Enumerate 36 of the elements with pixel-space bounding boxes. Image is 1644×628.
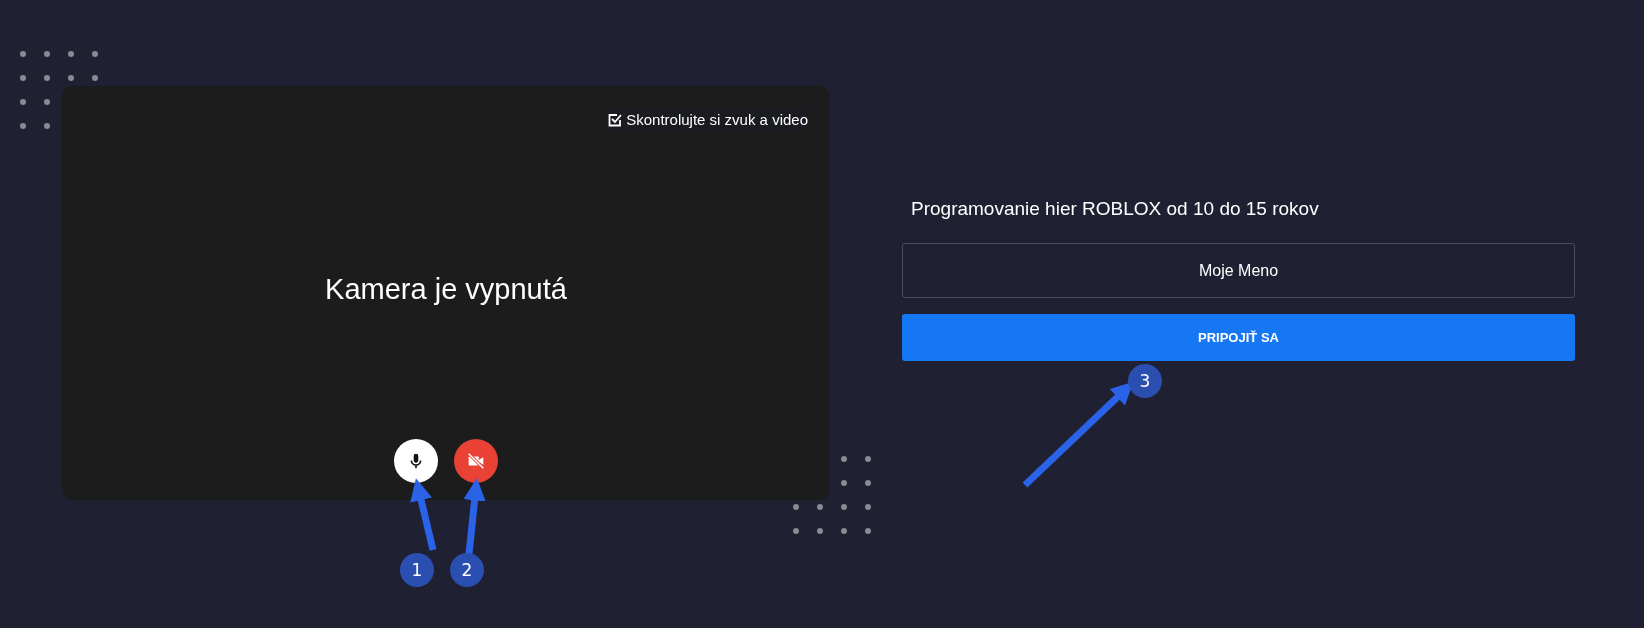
decor-dot xyxy=(20,75,26,81)
decor-dot xyxy=(92,51,98,57)
decor-dot xyxy=(20,123,26,129)
decor-dot xyxy=(841,480,847,486)
name-input-field[interactable]: Moje Meno xyxy=(902,243,1575,298)
decor-dot xyxy=(817,528,823,534)
check-audio-video-link[interactable]: Skontrolujte si zvuk a video xyxy=(606,108,810,131)
decor-dot xyxy=(44,51,50,57)
annotation-number: 3 xyxy=(1128,364,1162,398)
camera-off-icon xyxy=(465,450,487,472)
camera-off-message: Kamera je vypnutá xyxy=(325,273,567,306)
decor-dot xyxy=(68,75,74,81)
join-button[interactable]: PRIPOJIŤ SA xyxy=(902,314,1575,361)
camera-toggle-button[interactable] xyxy=(454,439,498,483)
decor-dot xyxy=(841,528,847,534)
decor-dot xyxy=(865,456,871,462)
decor-dot xyxy=(44,123,50,129)
decor-dot xyxy=(92,75,98,81)
decor-dot xyxy=(793,504,799,510)
decor-dot xyxy=(841,504,847,510)
decor-dot xyxy=(841,456,847,462)
decor-dot xyxy=(793,528,799,534)
annotation-number: 1 xyxy=(400,553,434,587)
decor-dot xyxy=(20,99,26,105)
checkbox-icon xyxy=(608,112,623,127)
decor-dot xyxy=(865,480,871,486)
microphone-toggle-button[interactable] xyxy=(394,439,438,483)
decor-dot xyxy=(817,504,823,510)
annotation-number: 2 xyxy=(450,553,484,587)
decor-dot xyxy=(44,99,50,105)
course-title: Programovanie hier ROBLOX od 10 do 15 rokov xyxy=(911,198,1320,220)
decor-dot xyxy=(865,504,871,510)
decor-dot xyxy=(865,528,871,534)
decor-dot xyxy=(44,75,50,81)
decor-dot xyxy=(68,51,74,57)
decor-dot xyxy=(20,51,26,57)
